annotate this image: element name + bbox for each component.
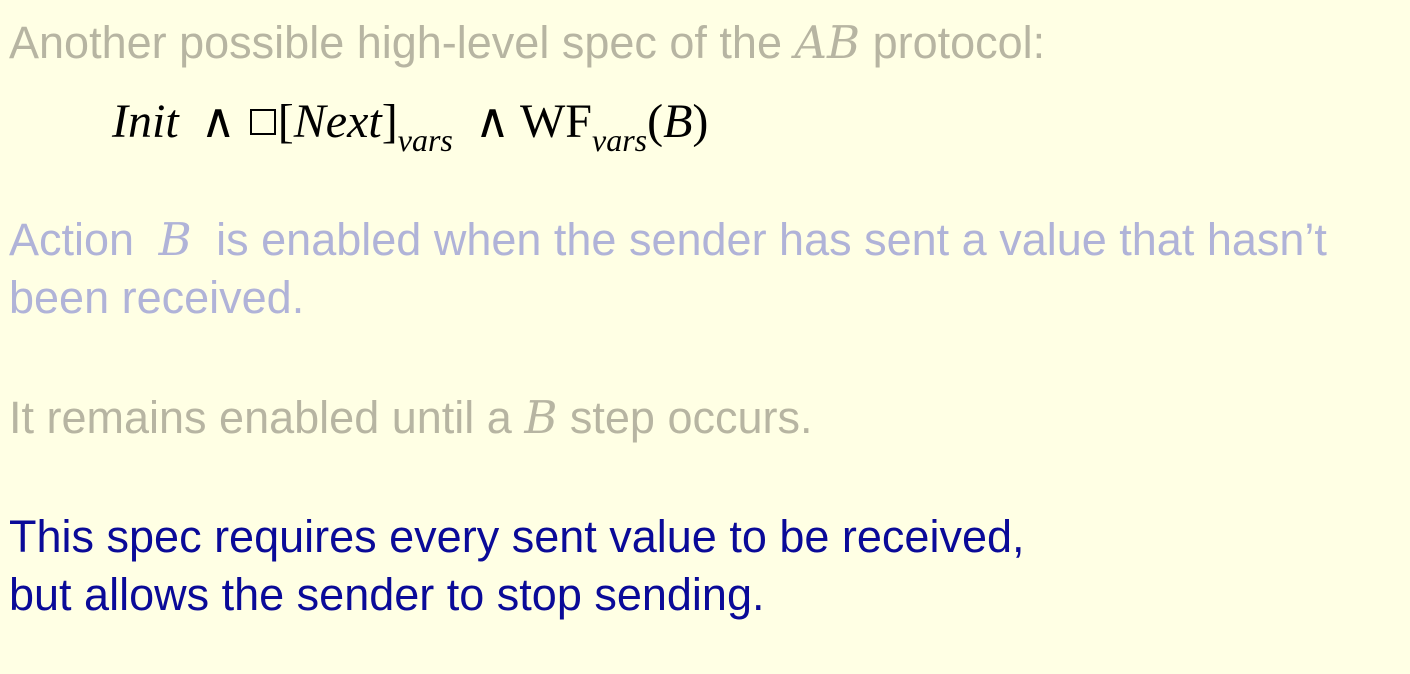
formula-subscript-vars-2: vars <box>591 122 648 158</box>
spec-formula: Init ∧ [Next]vars ∧ WFvars(B) <box>112 92 709 158</box>
para2-text-before: It remains enabled until a <box>9 392 525 443</box>
para3-line-2: but allows the sender to stop sending. <box>9 569 765 620</box>
formula-subscript-vars-1: vars <box>397 122 453 158</box>
formula-arg-close: ) <box>692 95 709 148</box>
formula-arg-b: B <box>663 95 693 148</box>
formula-next: Next <box>293 95 382 148</box>
formula-init: Init <box>112 95 179 148</box>
para2-math-b: B <box>524 391 558 444</box>
paragraph-spec-requires-line-1: This spec requires every sent value to b… <box>9 508 1025 566</box>
heading-text-after: protocol: <box>860 17 1046 68</box>
formula-wf: WF <box>519 95 592 148</box>
para1-math-b: B <box>158 213 192 266</box>
para1-text-after: is enabled when the sender has sent a va… <box>203 214 1327 265</box>
paragraph-action-enabled-line-2: been received. <box>9 269 304 327</box>
formula-and-1: ∧ <box>200 95 236 148</box>
para2-text-after: step occurs. <box>557 392 813 443</box>
formula-close-bracket: ] <box>381 95 398 148</box>
slide-heading: Another possible high-level spec of the … <box>9 14 1045 72</box>
formula-open-bracket: [ <box>277 95 294 148</box>
para3-line-1: This spec requires every sent value to b… <box>9 511 1025 562</box>
paragraph-action-enabled-line-1: Action B is enabled when the sender has … <box>9 211 1327 269</box>
paragraph-spec-requires-line-2: but allows the sender to stop sending. <box>9 566 765 624</box>
formula-and-2: ∧ <box>474 95 510 148</box>
always-box-icon <box>249 109 276 135</box>
heading-text-before: Another possible high-level spec of the <box>9 17 795 68</box>
heading-math-ab: AB <box>794 16 861 69</box>
para1-text-before: Action <box>9 214 147 265</box>
formula-arg-open: ( <box>647 95 664 148</box>
paragraph-remains-enabled: It remains enabled until a B step occurs… <box>9 389 813 447</box>
para1-line-2: been received. <box>9 272 305 323</box>
